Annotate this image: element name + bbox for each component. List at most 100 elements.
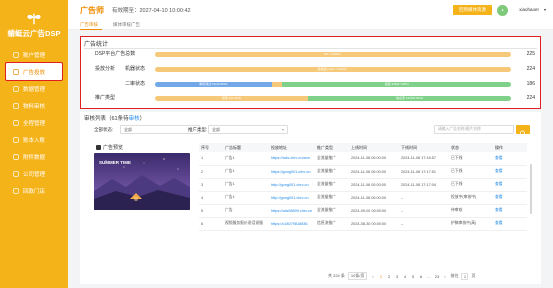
- table-cell: 信息流推广: [315, 217, 349, 231]
- table-cell: 全流量推广: [315, 191, 349, 205]
- stat-bar-segment: 信息流 123(54.91%): [308, 96, 511, 101]
- sidebar-item-label: 账户管理: [23, 52, 46, 59]
- stat-row: 投放分析 机器状态 投放接入224（100%） 224: [95, 66, 535, 73]
- table-cell: 已下线: [449, 165, 493, 179]
- table-cell: 3: [199, 178, 223, 192]
- ad-preview-image: SUMMER TIME: [94, 153, 190, 210]
- view-link[interactable]: 查看: [493, 178, 527, 192]
- tab-ad-audit[interactable]: 广告审核: [80, 22, 98, 28]
- search-input[interactable]: 请输入广告名称/图片名称: [434, 125, 514, 134]
- brand-name: 蜻蜓云广告DSP: [7, 28, 61, 38]
- sidebar-item-1[interactable]: 广告投放: [5, 62, 63, 81]
- sidebar-item-3[interactable]: 物料审核: [0, 97, 68, 114]
- sidebar-item-5[interactable]: 账本入账: [0, 131, 68, 148]
- landing-url-link[interactable]: https://xds08809.chrc.cn: [269, 204, 315, 218]
- table-row: 3 广告1 http://gong001.chrc.cn 全流量推广 2024-11-0…: [199, 178, 527, 192]
- landing-url-link[interactable]: https://gong001.chrc.cn: [269, 165, 315, 179]
- view-link[interactable]: 查看: [493, 165, 527, 179]
- table-cell: 全流量推广: [315, 178, 349, 192]
- table-cell: 广告1: [223, 191, 269, 205]
- stat-row: DSP平台广告总数 225（100%） 225: [95, 51, 535, 58]
- stat-bar-segment: 投放接入224（100%）: [155, 67, 511, 72]
- search-icon: [520, 130, 526, 137]
- company-icon: [13, 170, 19, 177]
- column-header: 推广类型: [315, 143, 349, 152]
- page-number[interactable]: 1: [378, 274, 383, 279]
- brand-logo[interactable]: 蜻蜓云广告DSP: [0, 0, 68, 46]
- stat-bar: 审核通过 61(32.80%) 拒绝 125(67.20%): [155, 82, 511, 87]
- stat-row: 推广类型 搜索 1(0.45%) 信息流 123(54.91%) 224: [95, 95, 535, 102]
- table-cell: 广告1: [223, 152, 269, 166]
- store-icon: [13, 187, 19, 194]
- type-select-value: 全部: [212, 127, 220, 132]
- page-number[interactable]: 23: [434, 274, 439, 279]
- sidebar-item-label: 物料审核: [23, 103, 46, 110]
- back-to-media-button[interactable]: 回到媒体资源: [453, 5, 492, 15]
- table-body: 1 广告1 https://wds.chrc.cn/ann 全流量推广 2024-11-…: [199, 152, 527, 231]
- status-select-value: 全部: [124, 127, 132, 132]
- page-number[interactable]: 3: [394, 274, 399, 279]
- page-number[interactable]: 6: [418, 274, 423, 279]
- table-cell: 2024-11-08 17:17:51: [399, 165, 449, 179]
- scrollbar[interactable]: [530, 164, 532, 214]
- view-link[interactable]: 查看: [493, 152, 527, 166]
- table-cell: 全流量推广: [315, 165, 349, 179]
- landing-url-link[interactable]: http://gong001.chrc.cn: [269, 191, 315, 205]
- user-icon: [13, 51, 19, 58]
- prev-page-button[interactable]: ‹: [370, 274, 375, 279]
- table-cell: 投放中(审核中): [449, 191, 493, 205]
- chevron-down-icon[interactable]: ▾: [544, 7, 546, 12]
- table-cell: --: [399, 191, 449, 205]
- dragonfly-logo-icon: [27, 13, 41, 24]
- page-size-select[interactable]: 10条/页: [347, 272, 368, 280]
- sidebar-nav: 账户管理广告投放数据管理物料审核全程管理 账本入账附件数据公司管理 回款门店: [0, 46, 68, 199]
- sidebar-item-label: 附件数据: [23, 154, 46, 161]
- stat-bar: 搜索 1(0.45%) 信息流 123(54.91%): [155, 96, 511, 101]
- stat-row: 二审状态 审核通过 61(32.80%) 拒绝 125(67.20%) 186: [95, 81, 535, 88]
- goto-label: 前往: [450, 273, 459, 278]
- sidebar-item-7[interactable]: 公司管理: [0, 165, 68, 182]
- page-number[interactable]: ...: [426, 274, 431, 279]
- goto-page-input[interactable]: 1: [461, 272, 469, 280]
- view-link[interactable]: 查看: [493, 191, 527, 205]
- next-page-button[interactable]: ›: [442, 274, 447, 279]
- data-icon: [13, 85, 19, 92]
- stat-row-total: 225: [526, 51, 535, 57]
- landing-url-link[interactable]: http://gong001.chrc.cn: [269, 178, 315, 192]
- username[interactable]: xiaohaoer: [519, 7, 539, 12]
- sidebar-item-label: 广告投放: [23, 69, 46, 76]
- preview-image-text: SUMMER TIME: [99, 160, 131, 165]
- table-cell: 2: [199, 165, 223, 179]
- sidebar-item-8[interactable]: 回款门店: [0, 182, 68, 199]
- landing-url-link[interactable]: https://wds.chrc.cn/ann: [269, 152, 315, 166]
- ad-preview-text: 广告预览: [103, 145, 124, 151]
- sidebar-item-0[interactable]: 账户管理: [0, 46, 68, 63]
- view-link[interactable]: 查看: [493, 217, 527, 231]
- column-header: 广告标题: [223, 143, 269, 152]
- page-number[interactable]: 5: [410, 274, 415, 279]
- landing-url-link[interactable]: https://c18079818836: [269, 217, 315, 231]
- audit-table: 序号 广告标题 投放地址 推广类型 上线时间 下线时间 状态 操作 1 广告1 https://w…: [199, 143, 527, 231]
- table-cell: 广告1: [223, 165, 269, 179]
- type-select[interactable]: 全部 ▾: [208, 125, 288, 134]
- search-button[interactable]: [516, 125, 530, 137]
- table-row: 1 广告1 https://wds.chrc.cn/ann 全流量推广 2024-11-…: [199, 152, 527, 166]
- ledger-icon: [13, 136, 19, 143]
- stat-bar-segment: [271, 82, 283, 87]
- sidebar-item-2[interactable]: 数据管理: [0, 80, 68, 97]
- tab-media-audit[interactable]: 媒体审核广告: [113, 22, 140, 28]
- table-cell: 2024-11-08 17:17:04: [399, 178, 449, 192]
- stat-bar-segment: 审核通过 61(32.80%): [155, 82, 272, 87]
- checkbox[interactable]: [96, 145, 101, 150]
- view-link[interactable]: 查看: [493, 204, 527, 218]
- column-header: 状态: [449, 143, 493, 152]
- stat-row-total: 224: [526, 66, 535, 72]
- sidebar-item-4[interactable]: 全程管理: [0, 114, 68, 131]
- table-cell: 已下线: [449, 178, 493, 192]
- sidebar-item-6[interactable]: 附件数据: [0, 148, 68, 165]
- goto-suffix: 页: [471, 273, 476, 278]
- page-number[interactable]: 4: [402, 274, 407, 279]
- table-row: 6 视频服务报价说话说服 https://c18079818836 信息流推广 2024…: [199, 217, 527, 231]
- page-number[interactable]: 2: [386, 274, 391, 279]
- avatar[interactable]: ●: [497, 5, 508, 16]
